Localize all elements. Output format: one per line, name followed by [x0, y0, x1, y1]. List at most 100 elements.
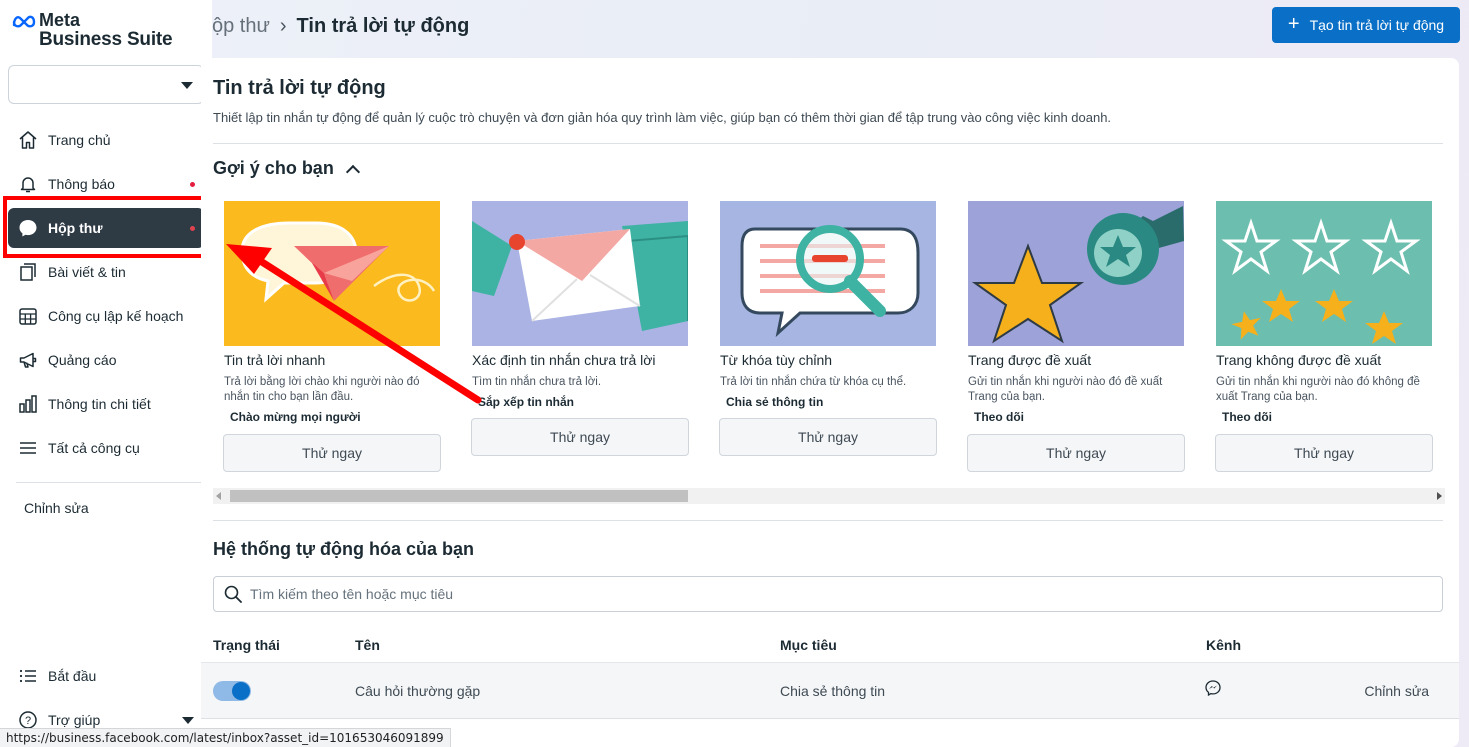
card-illustration [224, 201, 440, 346]
automation-goal: Chia sẻ thông tin [780, 683, 886, 699]
search-input[interactable] [250, 586, 1350, 602]
automation-search[interactable] [213, 576, 1443, 612]
try-now-button[interactable]: Thử ngay [719, 418, 937, 456]
card-title: Trang được đề xuất [968, 352, 1092, 368]
card-goal-tag: Sắp xếp tin nhắn [478, 395, 575, 409]
sidebar-nav: Trang chủ Thông báo Hộp thư Bài viết & t… [8, 120, 204, 472]
home-icon [18, 130, 38, 150]
bell-icon [18, 174, 38, 194]
section-description: Thiết lập tin nhắn tự động để quản lý cu… [213, 110, 1112, 125]
sidebar-item-insights[interactable]: Thông tin chi tiết [8, 384, 204, 424]
menu-icon [18, 438, 38, 458]
sidebar-item-posts[interactable]: Bài viết & tin [8, 252, 204, 292]
card-title: Từ khóa tùy chỉnh [720, 352, 833, 368]
suggestion-card-not-recommended: Trang không được đề xuất Gửi tin nhắn kh… [1215, 201, 1434, 472]
bar-chart-icon [18, 394, 38, 414]
sidebar-item-all-tools[interactable]: Tất cả công cụ [8, 428, 204, 468]
card-goal-tag: Theo dõi [1222, 410, 1272, 424]
breadcrumb-inbox-link[interactable]: ộp thư [212, 15, 270, 38]
caret-down-icon [181, 82, 193, 89]
sidebar-item-label: Trang chủ [48, 132, 111, 148]
sidebar-item-home[interactable]: Trang chủ [8, 120, 204, 160]
sidebar-item-inbox[interactable]: Hộp thư [8, 208, 204, 248]
suggestion-card-quick-reply: Tin trả lời nhanh Trả lời bằng lời chào … [223, 201, 442, 472]
suggestion-card-keywords: Từ khóa tùy chỉnh Trả lời tin nhắn chứa … [719, 201, 938, 456]
scroll-right-arrow-icon[interactable] [1437, 492, 1442, 500]
sidebar-item-ads[interactable]: Quảng cáo [8, 340, 204, 380]
sidebar-edit-link[interactable]: Chỉnh sửa [24, 500, 89, 516]
search-icon [224, 585, 242, 603]
column-header-channel[interactable]: Kênh [1206, 637, 1241, 653]
sidebar-item-label: Quảng cáo [48, 352, 117, 368]
column-header-name[interactable]: Tên [355, 637, 380, 653]
posts-icon [18, 262, 38, 282]
sidebar-item-get-started[interactable]: Bắt đầu [8, 656, 204, 696]
suggestions-title: Gợi ý cho bạn [213, 158, 334, 178]
card-illustration [1216, 201, 1432, 346]
status-toggle[interactable] [213, 681, 251, 701]
card-illustration [720, 201, 936, 346]
sidebar-item-label: Trợ giúp [48, 712, 101, 728]
toggle-knob [232, 682, 250, 700]
create-automated-response-button[interactable]: + Tạo tin trả lời tự động [1272, 7, 1460, 43]
table-row[interactable]: Câu hỏi thường gặp Chia sẻ thông tin Chỉ… [201, 662, 1459, 718]
main-content: Tin trả lời tự động Thiết lập tin nhắn t… [201, 58, 1459, 747]
edit-automation-link[interactable]: Chỉnh sửa [1364, 683, 1429, 699]
notification-dot [190, 226, 195, 231]
meta-logo-icon [12, 15, 36, 27]
suggestion-cards: Tin trả lời nhanh Trả lời bằng lời chào … [223, 201, 1459, 491]
sidebar-item-label: Thông báo [48, 176, 115, 192]
card-illustration [968, 201, 1184, 346]
sidebar-item-planner[interactable]: Công cụ lập kế hoạch [8, 296, 204, 336]
suggestion-card-recommended: Trang được đề xuất Gửi tin nhắn khi ngườ… [967, 201, 1186, 472]
suggestions-header[interactable]: Gợi ý cho bạn [213, 158, 360, 179]
svg-text:?: ? [25, 715, 31, 727]
breadcrumb: ộp thư › Tin trả lời tự động [212, 14, 469, 38]
megaphone-icon [18, 350, 38, 370]
logo-suite-text: Business Suite [39, 29, 173, 50]
create-button-label: Tạo tin trả lời tự động [1309, 17, 1445, 33]
try-now-button[interactable]: Thử ngay [223, 434, 441, 472]
sidebar-item-label: Bài viết & tin [48, 264, 126, 280]
card-goal-tag: Chào mừng mọi người [230, 410, 361, 424]
calendar-icon [18, 306, 38, 326]
try-now-button[interactable]: Thử ngay [967, 434, 1185, 472]
automations-title: Hệ thống tự động hóa của bạn [213, 539, 475, 559]
automation-name: Câu hỏi thường gặp [355, 683, 481, 699]
divider [213, 143, 1443, 144]
card-description: Gửi tin nhắn khi người nào đó không đề x… [1216, 376, 1420, 403]
sidebar-item-label: Tất cả công cụ [48, 440, 140, 456]
notification-dot [190, 182, 195, 187]
try-now-button[interactable]: Thử ngay [471, 418, 689, 456]
meta-business-suite-logo[interactable]: Meta Business Suite [12, 10, 173, 51]
sidebar-item-label: Công cụ lập kế hoạch [48, 308, 184, 324]
sidebar-item-label: Hộp thư [48, 220, 103, 236]
card-description: Gửi tin nhắn khi người nào đó đề xuất Tr… [968, 376, 1163, 403]
try-now-button[interactable]: Thử ngay [1215, 434, 1433, 472]
card-description: Trả lời tin nhắn chứa từ khóa cụ thể. [720, 376, 907, 388]
divider [213, 520, 1443, 521]
card-goal-tag: Theo dõi [974, 410, 1024, 424]
account-selector[interactable] [8, 65, 204, 104]
divider [201, 718, 1459, 719]
horizontal-scrollbar[interactable] [213, 488, 1445, 504]
card-description: Tìm tin nhắn chưa trả lời. [472, 376, 602, 388]
card-title: Tin trả lời nhanh [224, 352, 326, 368]
help-icon: ? [18, 710, 38, 730]
suggestion-card-unanswered: Xác định tin nhắn chưa trả lời Tìm tin n… [471, 201, 690, 456]
section-title: Tin trả lời tự động [213, 77, 386, 99]
plus-icon: + [1287, 13, 1300, 35]
chevron-right-icon: › [279, 14, 287, 37]
sidebar-item-notifications[interactable]: Thông báo [8, 164, 204, 204]
card-goal-tag: Chia sẻ thông tin [726, 395, 824, 409]
scrollbar-thumb[interactable] [230, 490, 688, 502]
status-bar-url: https://business.facebook.com/latest/inb… [0, 728, 451, 747]
card-description: Trả lời bằng lời chào khi người nào đó n… [224, 376, 420, 403]
column-header-goal[interactable]: Mục tiêu [780, 637, 837, 653]
card-title: Trang không được đề xuất [1216, 352, 1382, 368]
column-header-status[interactable]: Trạng thái [213, 637, 280, 653]
sidebar-item-label: Thông tin chi tiết [48, 396, 151, 412]
page-title: Tin trả lời tự động [296, 14, 470, 37]
chevron-up-icon [345, 164, 360, 179]
scroll-left-arrow-icon[interactable] [216, 492, 221, 500]
